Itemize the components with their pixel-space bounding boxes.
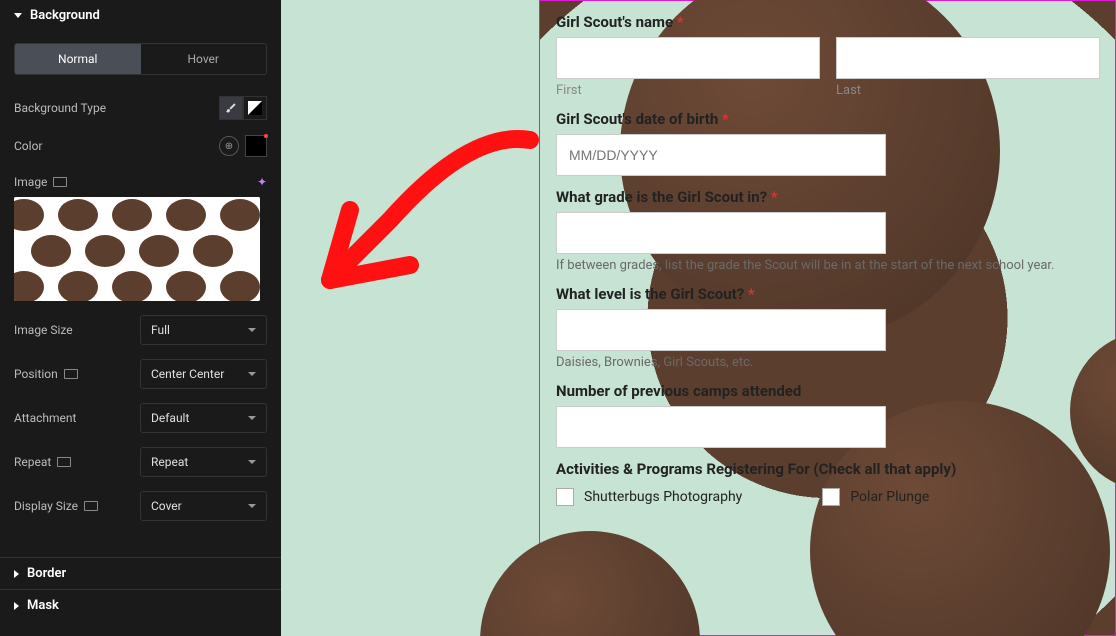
display-size-select[interactable]: Cover xyxy=(140,491,267,521)
form-content: Girl Scout's name * First Last Girl Scou… xyxy=(540,1,1115,518)
activity-1-label: Shutterbugs Photography xyxy=(584,489,742,505)
responsive-icon[interactable] xyxy=(84,501,98,511)
repeat-select[interactable]: Repeat xyxy=(140,447,267,477)
repeat-label: Repeat xyxy=(14,455,71,469)
level-help: Daisies, Brownies, Girl Scouts, etc. xyxy=(556,355,1099,370)
responsive-icon[interactable] xyxy=(64,369,78,379)
section-mask-header[interactable]: Mask xyxy=(0,589,281,621)
camps-label: Number of previous camps attended xyxy=(556,382,1099,400)
caret-right-icon xyxy=(14,602,19,610)
tab-hover[interactable]: Hover xyxy=(141,44,267,74)
section-border-title: Border xyxy=(27,566,66,581)
color-swatch[interactable] xyxy=(245,135,267,157)
level-label: What level is the Girl Scout? * xyxy=(556,285,1099,303)
color-label: Color xyxy=(14,139,42,153)
attachment-label: Attachment xyxy=(14,411,76,425)
grade-input[interactable] xyxy=(556,212,886,254)
editor-sidebar: Background Normal Hover Background Type … xyxy=(0,0,281,636)
image-row: Image ✦ xyxy=(14,175,267,189)
display-size-label: Display Size xyxy=(14,499,98,513)
background-image-cookie xyxy=(480,531,700,636)
color-row: Color ⊕ xyxy=(14,127,267,165)
section-mask-title: Mask xyxy=(27,598,59,613)
caret-down-icon xyxy=(14,13,22,18)
responsive-icon[interactable] xyxy=(57,457,71,467)
chevron-down-icon xyxy=(248,460,256,464)
tab-normal[interactable]: Normal xyxy=(15,44,141,74)
attachment-row: Attachment Default xyxy=(14,403,267,433)
background-type-row: Background Type xyxy=(14,89,267,127)
level-input[interactable] xyxy=(556,309,886,351)
image-preview[interactable] xyxy=(14,197,260,301)
image-preview-thumb xyxy=(14,197,260,301)
checkbox-icon xyxy=(556,488,574,506)
repeat-row: Repeat Repeat xyxy=(14,447,267,477)
activity-1-option[interactable]: Shutterbugs Photography xyxy=(556,488,742,506)
section-background-title: Background xyxy=(30,8,100,23)
chevron-down-icon xyxy=(248,416,256,420)
bg-type-classic-button[interactable] xyxy=(219,96,243,120)
preview-canvas: Girl Scout's name * First Last Girl Scou… xyxy=(281,0,1116,636)
image-label: Image xyxy=(14,175,67,189)
dob-input[interactable] xyxy=(556,134,886,176)
bg-type-gradient-button[interactable] xyxy=(243,96,267,120)
activity-2-label: Polar Plunge xyxy=(850,489,929,505)
background-type-buttons xyxy=(219,96,267,120)
section-background-body: Normal Hover Background Type Color ⊕ xyxy=(0,31,281,537)
grade-label: What grade is the Girl Scout in? * xyxy=(556,188,1099,206)
chevron-down-icon xyxy=(248,328,256,332)
last-sublabel: Last xyxy=(836,83,1100,98)
position-select[interactable]: Center Center xyxy=(140,359,267,389)
activity-2-option[interactable]: Polar Plunge xyxy=(822,488,929,506)
globe-icon[interactable]: ⊕ xyxy=(219,136,239,156)
attachment-select[interactable]: Default xyxy=(140,403,267,433)
image-size-row: Image Size Full xyxy=(14,315,267,345)
checkbox-icon xyxy=(822,488,840,506)
name-label: Girl Scout's name * xyxy=(556,13,1099,31)
responsive-icon[interactable] xyxy=(53,177,67,187)
image-size-label: Image Size xyxy=(14,323,73,337)
section-border-header[interactable]: Border xyxy=(0,557,281,589)
first-name-input[interactable] xyxy=(556,37,820,79)
image-size-select[interactable]: Full xyxy=(140,315,267,345)
position-row: Position Center Center xyxy=(14,359,267,389)
brush-icon xyxy=(225,102,237,114)
section-background-header[interactable]: Background xyxy=(0,0,281,31)
dob-label: Girl Scout's date of birth * xyxy=(556,110,1099,128)
last-name-input[interactable] xyxy=(836,37,1100,79)
grade-help: If between grades, list the grade the Sc… xyxy=(556,258,1099,273)
form-container[interactable]: Girl Scout's name * First Last Girl Scou… xyxy=(539,0,1116,636)
chevron-down-icon xyxy=(248,504,256,508)
first-sublabel: First xyxy=(556,83,820,98)
camps-input[interactable] xyxy=(556,406,886,448)
caret-right-icon xyxy=(14,570,19,578)
state-tabs: Normal Hover xyxy=(14,43,267,75)
dynamic-tag-icon[interactable]: ✦ xyxy=(257,175,267,189)
position-label: Position xyxy=(14,367,78,381)
background-type-label: Background Type xyxy=(14,101,106,115)
activities-label: Activities & Programs Registering For (C… xyxy=(556,460,1099,478)
gradient-icon xyxy=(248,101,262,115)
display-size-row: Display Size Cover xyxy=(14,491,267,521)
chevron-down-icon xyxy=(248,372,256,376)
